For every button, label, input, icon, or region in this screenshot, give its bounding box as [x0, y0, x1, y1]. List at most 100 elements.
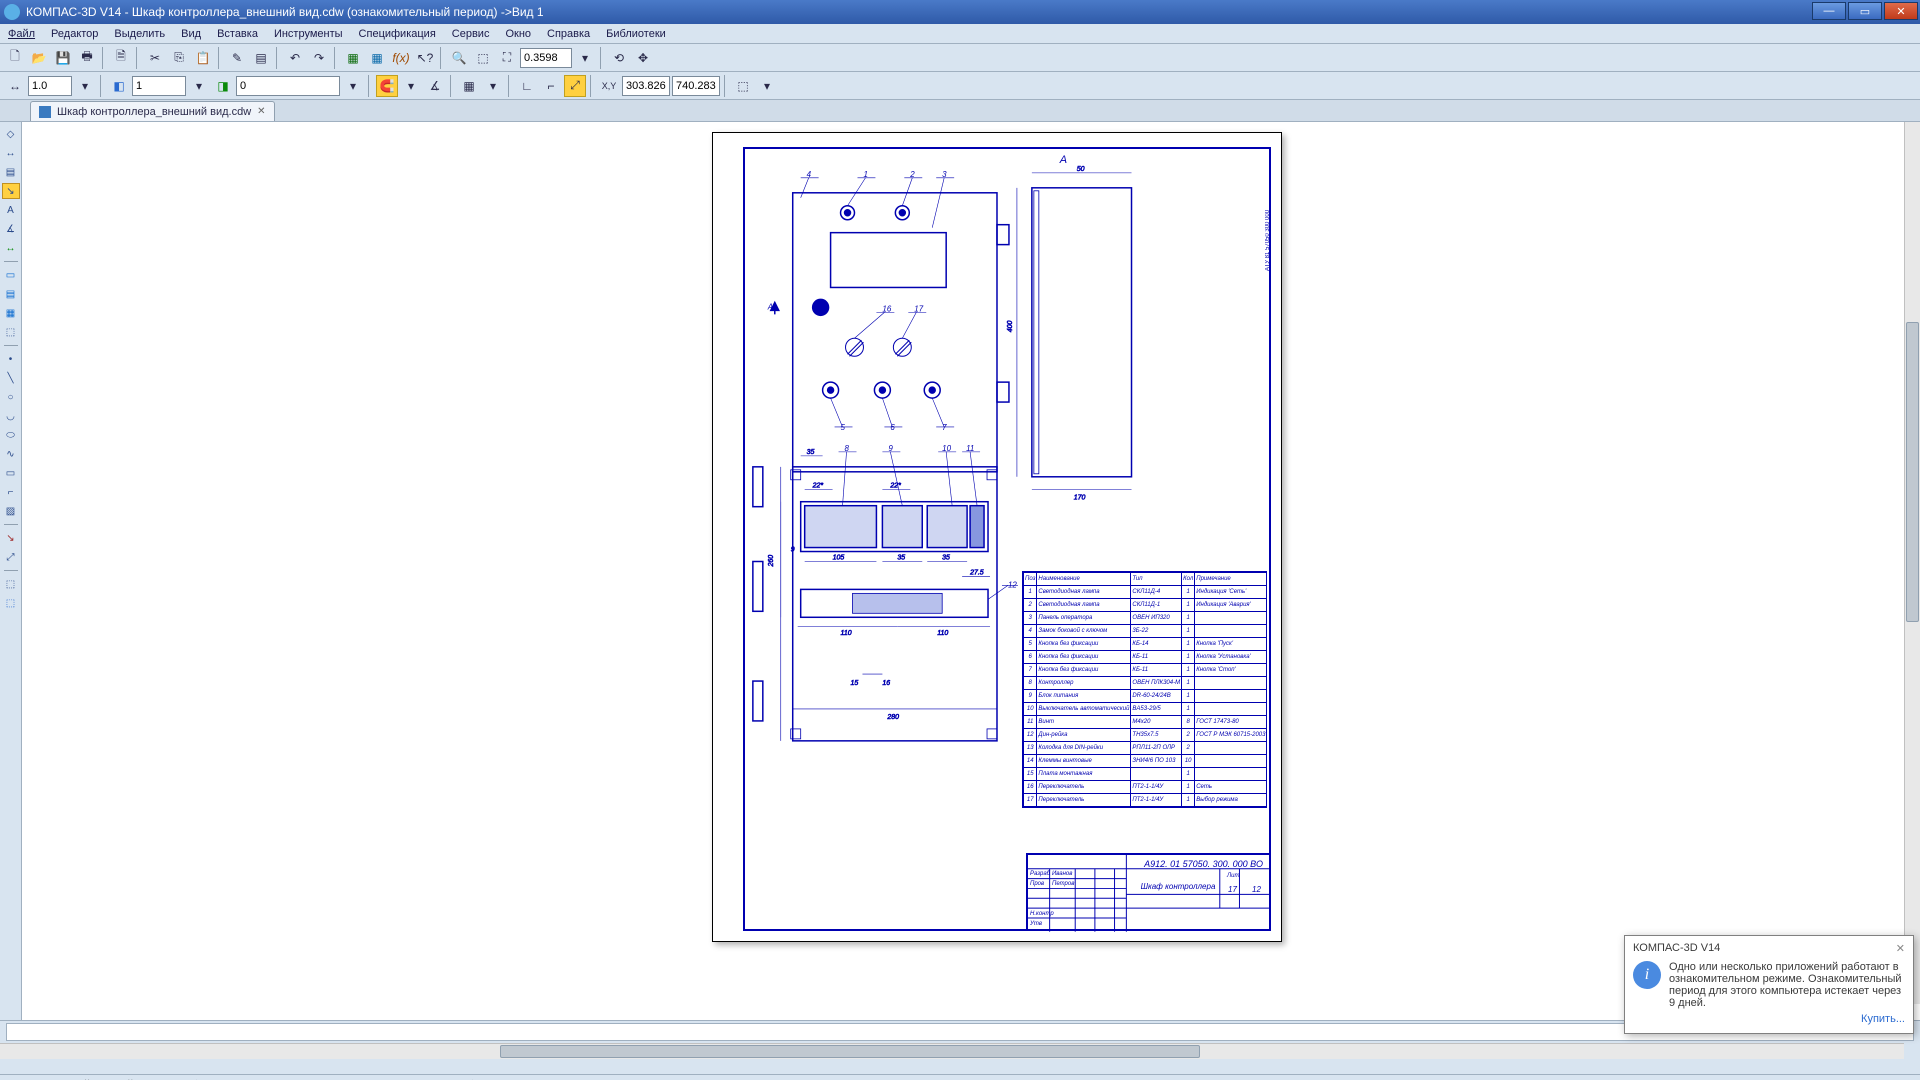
menu-libs[interactable]: Библиотеки [598, 28, 674, 40]
document-tabs: Шкаф контроллера_внешний вид.cdw ✕ [0, 100, 1920, 122]
drawing-canvas[interactable]: АТУ 81 57050 300 000 [22, 122, 1920, 1020]
scroll-thumb-h[interactable] [500, 1045, 1200, 1058]
undo-button[interactable]: ↶ [284, 47, 306, 69]
balloon-buy-link[interactable]: Купить... [1633, 1013, 1905, 1025]
lib2-button[interactable]: ▦ [366, 47, 388, 69]
layer-dd[interactable]: ▾ [342, 75, 364, 97]
menu-tools[interactable]: Инструменты [266, 28, 351, 40]
sb-dim-icon[interactable]: ↔ [2, 145, 20, 161]
paste-button[interactable]: 📋 [192, 47, 214, 69]
sb-symbols-icon[interactable]: ▤ [2, 164, 20, 180]
step-button[interactable]: ↔ [4, 75, 26, 97]
sb-spec-icon[interactable]: ▤ [2, 286, 20, 302]
menu-service[interactable]: Сервис [444, 28, 498, 40]
variables-button[interactable]: f(x) [390, 47, 412, 69]
sb-geometry-icon[interactable]: ◇ [2, 126, 20, 142]
svg-text:400: 400 [1007, 321, 1014, 333]
properties-button[interactable]: ✎ [226, 47, 248, 69]
open-button[interactable]: 📂 [28, 47, 50, 69]
help-cursor-button[interactable]: ↖? [414, 47, 436, 69]
refresh-button[interactable]: ⟲ [608, 47, 630, 69]
menu-window[interactable]: Окно [497, 28, 539, 40]
menu-help[interactable]: Справка [539, 28, 598, 40]
sb-ellipse-icon[interactable]: ⬭ [2, 427, 20, 443]
sb-circle-icon[interactable]: ○ [2, 389, 20, 405]
tb-row-dev-name: Иванов [1052, 871, 1072, 877]
coord-x-field[interactable] [622, 76, 670, 96]
zoom-window-button[interactable]: ⬚ [472, 47, 494, 69]
local-cs-button[interactable]: ⤢ [564, 75, 586, 97]
redo-button[interactable]: ↷ [308, 47, 330, 69]
snap-toggle[interactable]: 🧲 [376, 75, 398, 97]
preview-button[interactable]: 🗎 [110, 47, 132, 69]
sb-hatch-icon[interactable]: ▨ [2, 503, 20, 519]
menu-editor[interactable]: Редактор [43, 28, 106, 40]
sb-edit-icon[interactable]: ↘ [2, 183, 20, 199]
zoom-field[interactable] [520, 48, 572, 68]
sb-rect-icon[interactable]: ▭ [2, 465, 20, 481]
menu-select[interactable]: Выделить [106, 28, 173, 40]
sb-select-icon[interactable]: ▭ [2, 267, 20, 283]
lib-mgr-button[interactable]: ▦ [342, 47, 364, 69]
coord-y-field[interactable] [672, 76, 720, 96]
balloon-title: КОМПАС-3D V14 [1633, 942, 1720, 955]
sb-aux1-icon[interactable]: ↘ [2, 530, 20, 546]
svg-text:35: 35 [807, 449, 815, 456]
save-button[interactable]: 💾 [52, 47, 74, 69]
layer-states-button[interactable]: ◨ [212, 75, 234, 97]
tree-button[interactable]: ▤ [250, 47, 272, 69]
svg-text:16: 16 [882, 304, 891, 313]
zoom-dropdown[interactable]: ▾ [574, 47, 596, 69]
maximize-button[interactable]: ▭ [1848, 2, 1882, 20]
view-dd[interactable]: ▾ [188, 75, 210, 97]
sb-assoc-icon[interactable]: ⬚ [2, 595, 20, 611]
menu-spec[interactable]: Спецификация [351, 28, 444, 40]
sb-arc-icon[interactable]: ◡ [2, 408, 20, 424]
zoom-in-button[interactable]: 🔍 [448, 47, 470, 69]
view-states-button[interactable]: ◧ [108, 75, 130, 97]
toolbar-current-state: ↔ ▾ ◧ ▾ ◨ ▾ 🧲 ▾ ∡ ▦ ▾ ∟ ⌐ ⤢ X,Y ⬚ ▾ [0, 72, 1920, 100]
sb-text-icon[interactable]: A [2, 202, 20, 218]
document-tab-active[interactable]: Шкаф контроллера_внешний вид.cdw ✕ [30, 101, 275, 121]
sb-insert-icon[interactable]: ⬚ [2, 324, 20, 340]
round-button[interactable]: ⌐ [540, 75, 562, 97]
sb-point-icon[interactable]: • [2, 351, 20, 367]
minimize-button[interactable]: — [1812, 2, 1846, 20]
sb-reports-icon[interactable]: ▦ [2, 305, 20, 321]
xy-button[interactable]: X,Y [598, 75, 620, 97]
vertical-scrollbar[interactable] [1904, 122, 1920, 1004]
grid-button[interactable]: ▦ [458, 75, 480, 97]
ortho-button[interactable]: ∟ [516, 75, 538, 97]
end-button[interactable]: ⬚ [732, 75, 754, 97]
params-button[interactable]: ∡ [424, 75, 446, 97]
sb-spline-icon[interactable]: ∿ [2, 446, 20, 462]
menu-view[interactable]: Вид [173, 28, 209, 40]
cut-button[interactable]: ✂ [144, 47, 166, 69]
close-tab-icon[interactable]: ✕ [257, 106, 265, 117]
horizontal-scrollbar[interactable] [0, 1043, 1904, 1059]
scroll-thumb-v[interactable] [1906, 322, 1919, 622]
more-button[interactable]: ▾ [756, 75, 778, 97]
balloon-close-icon[interactable]: ✕ [1896, 942, 1905, 955]
sb-views-icon[interactable]: ⬚ [2, 576, 20, 592]
zoom-fit-button[interactable]: ⛶ [496, 47, 518, 69]
pan-button[interactable]: ✥ [632, 47, 654, 69]
menu-file[interactable]: Файл [0, 28, 43, 40]
step-dd[interactable]: ▾ [74, 75, 96, 97]
sb-polyline-icon[interactable]: ⌐ [2, 484, 20, 500]
notification-balloon: КОМПАС-3D V14 ✕ i Одно или несколько при… [1624, 935, 1914, 1034]
print-button[interactable]: 🖶 [76, 47, 98, 69]
sb-aux2-icon[interactable]: ⤢ [2, 549, 20, 565]
menu-insert[interactable]: Вставка [209, 28, 266, 40]
step-field[interactable] [28, 76, 72, 96]
snap-dd[interactable]: ▾ [400, 75, 422, 97]
sb-measure-icon[interactable]: ↔ [2, 240, 20, 256]
copy-button[interactable]: ⎘ [168, 47, 190, 69]
sb-params-icon[interactable]: ∡ [2, 221, 20, 237]
close-button[interactable]: ✕ [1884, 2, 1918, 20]
current-layer-field[interactable] [236, 76, 340, 96]
sb-line-icon[interactable]: ╲ [2, 370, 20, 386]
current-view-field[interactable] [132, 76, 186, 96]
grid-dd[interactable]: ▾ [482, 75, 504, 97]
new-doc-button[interactable]: 🗋 [4, 47, 26, 69]
